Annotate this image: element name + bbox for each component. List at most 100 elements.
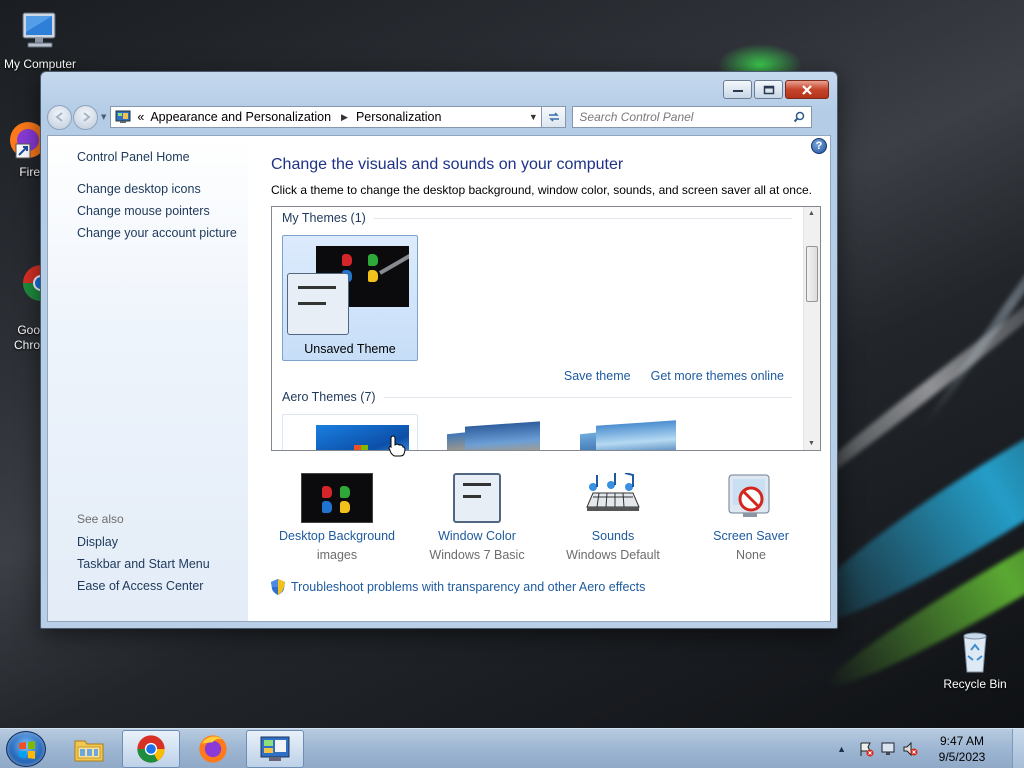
desktop-icon-label: Goo Chro <box>13 323 40 352</box>
window-color-setting[interactable]: Window Color Windows 7 Basic <box>407 473 547 562</box>
theme-tile-characters[interactable] <box>580 420 680 450</box>
back-button[interactable] <box>47 104 72 130</box>
clock-date: 9/5/2023 <box>938 750 986 764</box>
theme-actions: Save theme Get more themes online <box>564 369 784 383</box>
theme-tile-label: Unsaved Theme <box>304 342 396 356</box>
refresh-icon <box>548 112 559 122</box>
troubleshoot-link[interactable]: Troubleshoot problems with transparency … <box>271 579 645 595</box>
desktop-icon-chrome[interactable]: Goo Chro <box>0 216 60 368</box>
folder-icon <box>74 740 104 762</box>
desktop-icon-recycle-bin[interactable]: Recycle Bin <box>935 630 1015 691</box>
preview-title-bar <box>463 483 491 486</box>
desktop-icon-label: Recycle Bin <box>943 677 1007 691</box>
taskbar-chrome-button[interactable] <box>122 730 180 768</box>
themes-scrollbar[interactable]: ▲ ▼ <box>803 207 820 450</box>
screen-saver-setting[interactable]: Screen Saver None <box>681 473 821 562</box>
start-button[interactable] <box>6 731 46 767</box>
theme-window-color-preview <box>287 273 349 335</box>
address-bar[interactable]: « Appearance and Personalization ▶ Perso… <box>110 106 543 128</box>
forward-button[interactable] <box>73 104 98 130</box>
window-color-icon <box>453 473 501 523</box>
forward-arrow-icon <box>82 112 91 122</box>
taskbar-clock[interactable]: 9:47 AM 9/5/2023 <box>932 733 992 765</box>
page-title: Change the visuals and sounds on your co… <box>271 156 624 173</box>
desktop-icon-firefox[interactable]: Fire <box>0 118 46 179</box>
taskbar-control-panel-button[interactable] <box>246 730 304 768</box>
window-client-area: Control Panel Home Change desktop icons … <box>47 135 831 622</box>
display-link[interactable]: Display <box>77 535 210 549</box>
change-account-picture-link[interactable]: Change your account picture <box>77 226 248 240</box>
uac-shield-icon <box>271 579 285 595</box>
wallpaper-flag <box>340 486 350 498</box>
desktop-icon-label: My Computer <box>3 57 77 71</box>
show-hidden-icons-chevron-icon[interactable]: ▲ <box>837 744 846 754</box>
theme-tile-architecture[interactable] <box>447 421 542 450</box>
desktop-background-label[interactable]: Desktop Background <box>267 529 407 543</box>
recycle-bin-icon <box>953 630 997 674</box>
wallpaper-flag <box>322 501 332 513</box>
minimize-icon <box>732 89 743 92</box>
address-segment-personalization[interactable]: Personalization <box>356 110 441 124</box>
refresh-button[interactable] <box>542 106 567 128</box>
main-pane: ? Change the visuals and sounds on your … <box>248 136 830 621</box>
screen-saver-value: None <box>736 548 766 562</box>
breadcrumb-separator-icon[interactable]: ▶ <box>341 112 348 123</box>
maximize-button[interactable] <box>754 80 783 99</box>
window-color-label[interactable]: Window Color <box>407 529 547 543</box>
address-overflow[interactable]: « <box>137 110 144 124</box>
show-desktop-button[interactable] <box>1012 729 1024 768</box>
page-subtitle: Click a theme to change the desktop back… <box>271 183 812 197</box>
close-button[interactable] <box>785 80 829 99</box>
scroll-down-arrow-icon[interactable]: ▼ <box>808 440 815 447</box>
desktop-background-icon <box>301 473 373 523</box>
taskbar-firefox-button[interactable] <box>184 730 242 768</box>
address-segment-appearance[interactable]: Appearance and Personalization <box>150 110 331 124</box>
address-dropdown-icon[interactable]: ▼ <box>525 112 541 122</box>
see-also-heading: See also <box>77 512 124 526</box>
search-input[interactable] <box>579 110 794 124</box>
network-icon[interactable] <box>880 741 896 757</box>
screen-saver-icon <box>715 473 787 523</box>
save-theme-link[interactable]: Save theme <box>564 369 631 383</box>
themes-list[interactable]: My Themes (1) Unsaved Theme Save theme G… <box>271 206 821 451</box>
troubleshoot-label: Troubleshoot problems with transparency … <box>291 580 646 594</box>
volume-muted-icon[interactable] <box>902 741 918 757</box>
my-themes-group-header[interactable]: My Themes (1) <box>282 211 792 225</box>
theme-tile-unsaved[interactable]: Unsaved Theme <box>282 235 418 361</box>
desktop-background-setting[interactable]: Desktop Background images <box>267 473 407 562</box>
ease-of-access-link[interactable]: Ease of Access Center <box>77 579 210 593</box>
get-more-themes-link[interactable]: Get more themes online <box>651 369 784 383</box>
search-box[interactable] <box>572 106 813 128</box>
screen-saver-label[interactable]: Screen Saver <box>681 529 821 543</box>
theme-settings-row: Desktop Background images Window Color W… <box>271 472 821 573</box>
preview-content-bar <box>463 495 481 498</box>
taskbar-explorer-button[interactable] <box>60 730 118 768</box>
group-divider <box>383 396 792 398</box>
clock-time: 9:47 AM <box>939 734 985 748</box>
search-icon[interactable] <box>793 111 805 123</box>
desktop-icon-my-computer[interactable]: My Computer <box>0 10 80 71</box>
minimize-button[interactable] <box>723 80 752 99</box>
scrollbar-thumb[interactable] <box>806 246 818 302</box>
wallpaper-flag <box>322 486 332 498</box>
firefox-icon <box>199 735 227 763</box>
sounds-setting[interactable]: Sounds Windows Default <box>543 472 683 562</box>
change-mouse-pointers-link[interactable]: Change mouse pointers <box>77 204 248 218</box>
wallpaper-flag <box>368 270 378 282</box>
my-themes-group-label: My Themes (1) <box>282 211 366 225</box>
aero-themes-group-header[interactable]: Aero Themes (7) <box>282 390 792 404</box>
windows-logo-icon <box>19 741 35 759</box>
navigation-bar: ▼ « Appearance and Personalization ▶ Per… <box>47 104 831 130</box>
change-desktop-icons-link[interactable]: Change desktop icons <box>77 182 248 196</box>
desktop-icon-label: Fire <box>19 165 40 179</box>
task-pane: Control Panel Home Change desktop icons … <box>48 136 248 621</box>
recent-pages-chevron-icon[interactable]: ▼ <box>101 113 106 121</box>
action-center-flag-icon[interactable] <box>858 741 874 757</box>
sounds-icon <box>577 472 649 523</box>
scroll-up-arrow-icon[interactable]: ▲ <box>808 210 815 217</box>
help-icon[interactable]: ? <box>811 138 827 154</box>
control-panel-home-link[interactable]: Control Panel Home <box>77 150 248 164</box>
window-color-value: Windows 7 Basic <box>429 548 525 562</box>
taskbar-start-menu-link[interactable]: Taskbar and Start Menu <box>77 557 210 571</box>
sounds-label[interactable]: Sounds <box>543 529 683 543</box>
